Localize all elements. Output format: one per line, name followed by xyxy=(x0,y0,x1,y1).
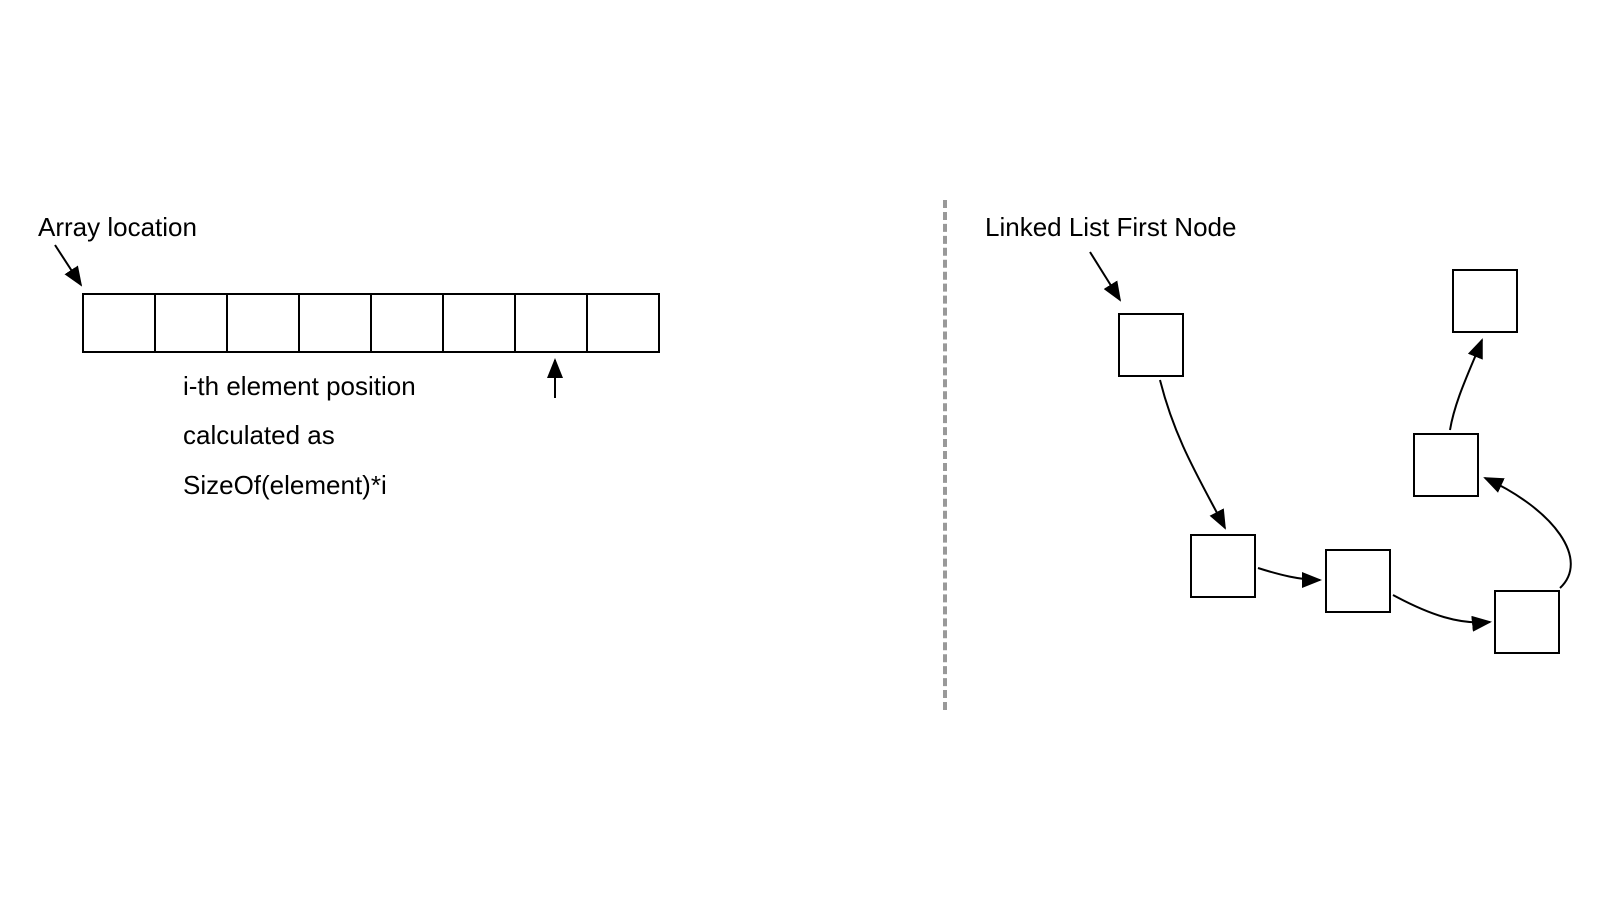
list-node xyxy=(1494,590,1560,654)
array-title-label: Array location xyxy=(38,212,197,243)
linked-list-title-label: Linked List First Node xyxy=(985,212,1236,243)
array-cell xyxy=(442,293,516,353)
array-cell xyxy=(586,293,660,353)
list-node xyxy=(1190,534,1256,598)
formula-line-2: calculated as xyxy=(183,411,416,460)
array-row xyxy=(82,293,660,353)
list-node xyxy=(1413,433,1479,497)
vertical-divider xyxy=(943,200,947,710)
list-node xyxy=(1118,313,1184,377)
formula-line-3: SizeOf(element)*i xyxy=(183,461,416,510)
arrow-first-node xyxy=(1090,252,1120,300)
arrow-node-3-4 xyxy=(1393,595,1490,623)
formula-text: i-th element position calculated as Size… xyxy=(183,362,416,510)
array-cell xyxy=(226,293,300,353)
arrow-node-5-6 xyxy=(1450,340,1482,430)
formula-line-1: i-th element position xyxy=(183,362,416,411)
diagram-container: Array location i-th element position cal… xyxy=(0,0,1600,900)
array-cell xyxy=(154,293,228,353)
array-cell xyxy=(82,293,156,353)
array-cell xyxy=(298,293,372,353)
list-node xyxy=(1452,269,1518,333)
arrow-node-2-3 xyxy=(1258,568,1320,580)
arrow-array-location xyxy=(55,245,81,285)
list-node xyxy=(1325,549,1391,613)
arrow-node-1-2 xyxy=(1160,380,1225,528)
arrow-node-4-5 xyxy=(1485,478,1571,588)
array-cell xyxy=(370,293,444,353)
array-cell xyxy=(514,293,588,353)
